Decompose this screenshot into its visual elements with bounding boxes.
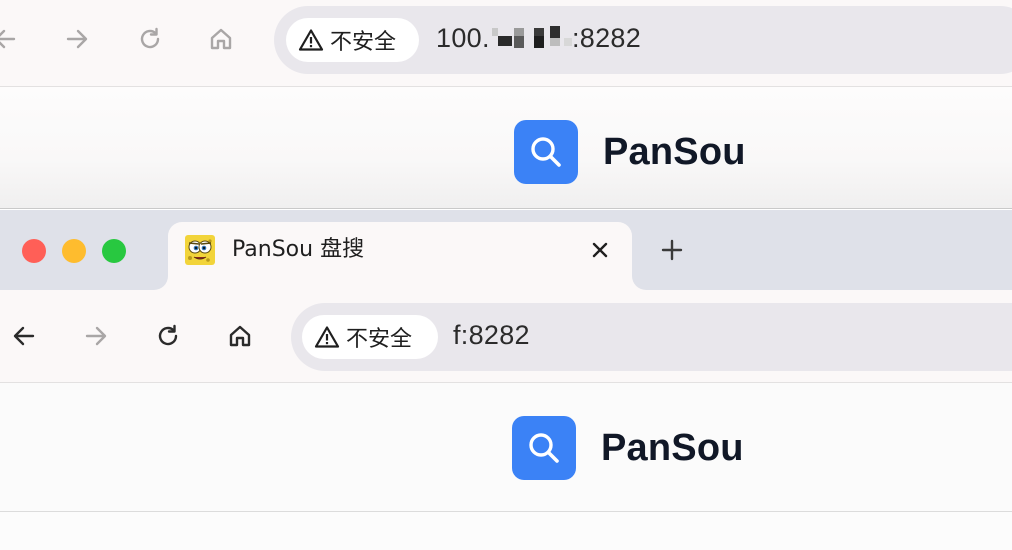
url-suffix: :8282 — [572, 23, 642, 53]
arrow-left-icon[interactable] — [9, 321, 39, 351]
security-label: 不安全 — [346, 327, 413, 352]
home-icon[interactable] — [206, 24, 236, 54]
browser-window: PanSou 盘搜 不安全 f:8282 PanSou — [0, 210, 1012, 550]
browser-toolbar: 不安全 f:8282 — [0, 290, 1012, 383]
page-body — [0, 512, 1012, 550]
reload-icon[interactable] — [135, 24, 165, 54]
arrow-right-icon[interactable] — [81, 321, 111, 351]
address-bar[interactable]: 不安全 f:8282 — [291, 303, 1012, 371]
browser-toolbar: 不安全 100. :8282 — [0, 0, 1012, 87]
browser-window-top: 不安全 100. :8282 PanSou — [0, 0, 1012, 210]
home-icon[interactable] — [225, 321, 255, 351]
plus-icon[interactable] — [656, 234, 688, 266]
security-indicator[interactable]: 不安全 — [286, 18, 419, 62]
reload-icon[interactable] — [153, 321, 183, 351]
address-bar[interactable]: 不安全 100. :8282 — [274, 6, 1012, 74]
search-icon — [512, 416, 576, 480]
security-label: 不安全 — [330, 30, 397, 55]
site-header[interactable]: PanSou — [514, 120, 746, 184]
redacted-url-segment — [492, 26, 572, 54]
warning-icon — [314, 326, 340, 348]
page-content: PanSou — [0, 383, 1012, 512]
tab-pansou[interactable]: PanSou 盘搜 — [168, 222, 632, 290]
site-header[interactable]: PanSou — [512, 416, 744, 480]
close-icon[interactable] — [584, 234, 616, 266]
arrow-left-icon[interactable] — [0, 24, 20, 54]
warning-icon — [298, 29, 324, 51]
url-text: f:8282 — [453, 320, 530, 350]
arrow-right-icon[interactable] — [62, 24, 92, 54]
tab-title: PanSou 盘搜 — [232, 237, 365, 262]
window-close-button[interactable] — [22, 239, 46, 263]
sponge-face-icon — [184, 234, 216, 266]
window-zoom-button[interactable] — [102, 239, 126, 263]
tab-strip: PanSou 盘搜 — [0, 210, 1012, 290]
security-indicator[interactable]: 不安全 — [302, 315, 438, 359]
window-minimize-button[interactable] — [62, 239, 86, 263]
site-title: PanSou — [603, 130, 746, 173]
page-content: PanSou — [0, 87, 1012, 209]
site-title: PanSou — [601, 426, 744, 469]
url-prefix: 100. — [436, 23, 490, 53]
search-icon — [514, 120, 578, 184]
